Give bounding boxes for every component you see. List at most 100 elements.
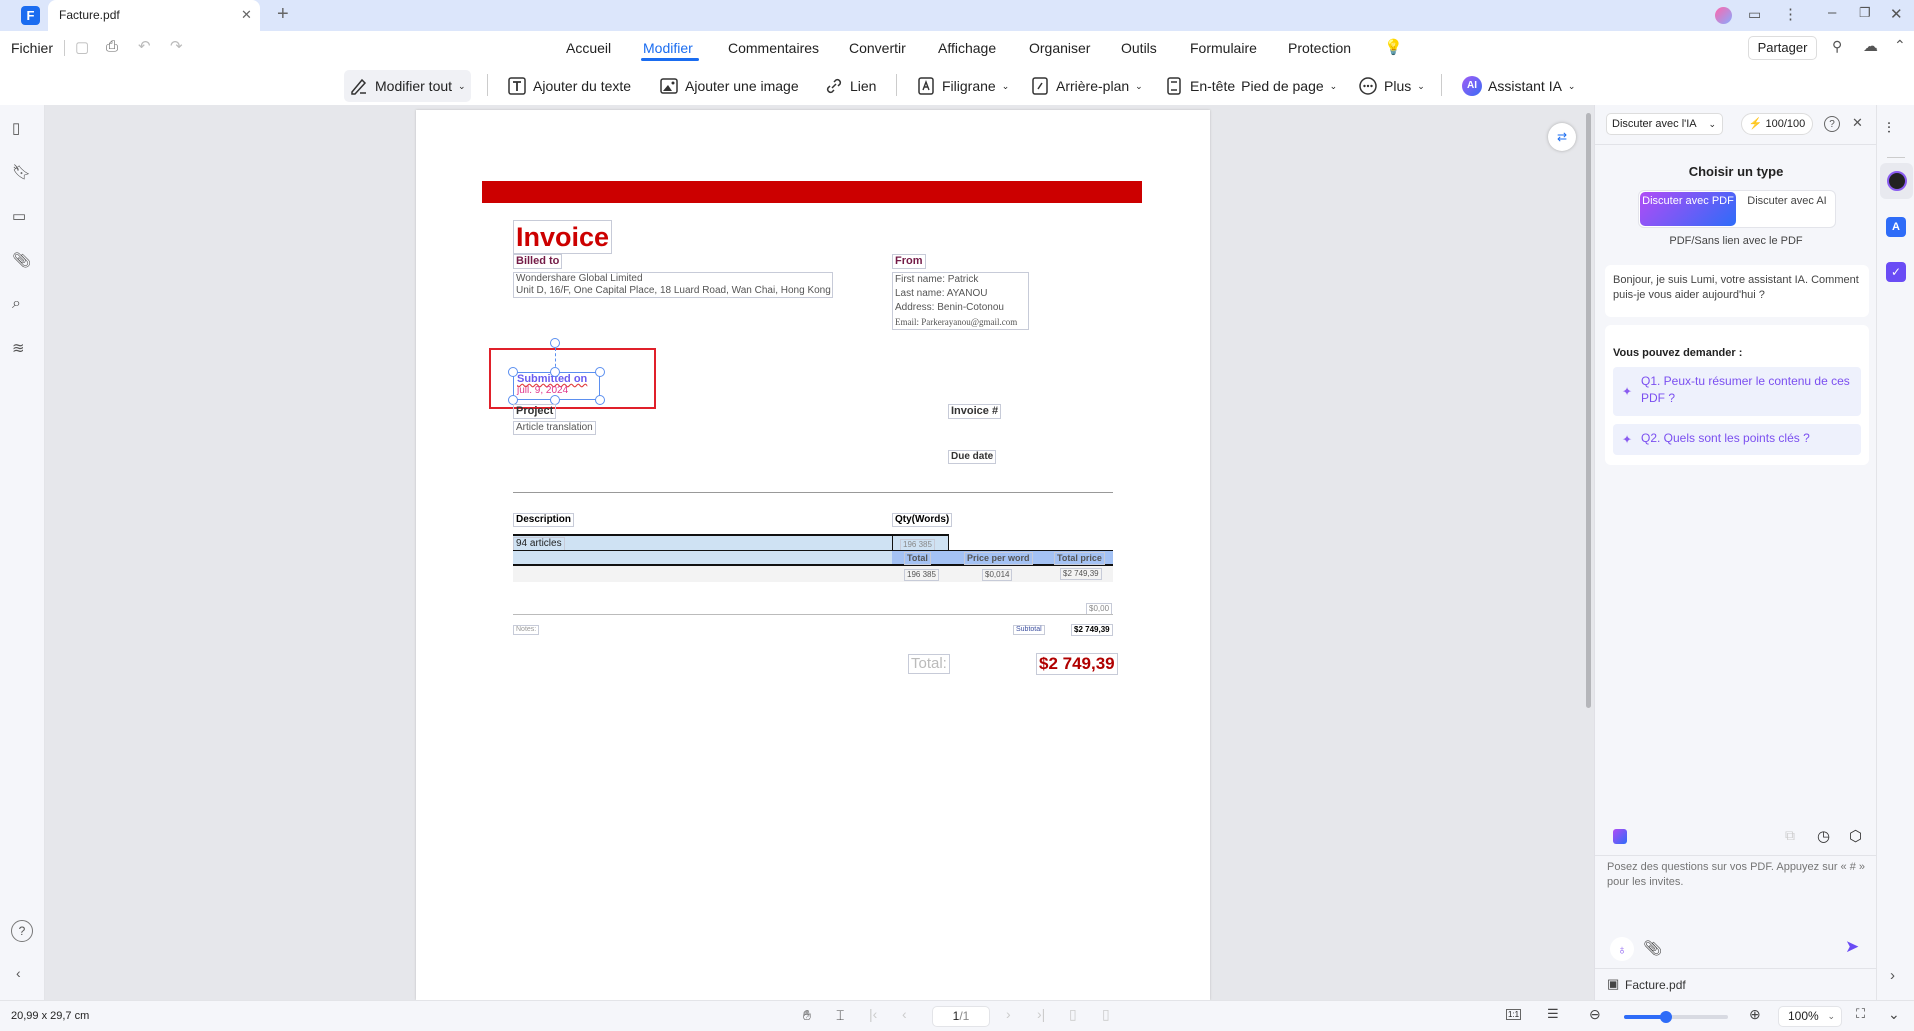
help-icon[interactable]: ? xyxy=(1824,116,1840,132)
new-tab-icon[interactable]: + xyxy=(277,3,289,26)
ai-assistant-button[interactable]: AI Assistant IA ⌄ xyxy=(1462,70,1575,102)
save-icon[interactable]: ▢ xyxy=(75,38,89,56)
description-header[interactable]: Description xyxy=(513,513,575,527)
chat-input[interactable] xyxy=(1607,860,1869,930)
sliders-icon[interactable]: ⫶ xyxy=(1887,120,1891,137)
fullscreen-icon[interactable]: ⛶ xyxy=(1856,1006,1865,1022)
qty-header[interactable]: Qty(Words) xyxy=(892,513,953,527)
document-tab[interactable]: Facture.pdf ✕ xyxy=(48,0,260,31)
collapse-ribbon-icon[interactable]: ⌃ xyxy=(1894,37,1906,54)
feedback-icon[interactable]: ▭ xyxy=(1748,6,1761,23)
lightbulb-icon[interactable]: 💡 xyxy=(1384,38,1403,56)
rotate-left-icon[interactable]: ▯ xyxy=(1069,1006,1077,1023)
resize-handle[interactable] xyxy=(595,395,605,405)
last-page-icon[interactable]: ›| xyxy=(1037,1006,1045,1022)
notebook-icon[interactable] xyxy=(1613,829,1627,844)
resize-handle[interactable] xyxy=(550,367,560,377)
file-menu[interactable]: Fichier xyxy=(11,40,53,56)
scroll-down-icon[interactable]: ⌄ xyxy=(1888,1006,1900,1023)
zoom-dropdown[interactable]: 100% ⌄ xyxy=(1778,1006,1842,1027)
redo-icon[interactable]: ↷ xyxy=(170,37,183,55)
org-chart-icon[interactable]: ⚲ xyxy=(1832,38,1842,55)
subtotal-value[interactable]: $2 749,39 xyxy=(1071,624,1113,636)
attached-file-name[interactable]: Facture.pdf xyxy=(1625,978,1686,992)
upload-cloud-icon[interactable]: ☁ xyxy=(1863,37,1878,55)
chat-ai-option[interactable]: Discuter avec AI xyxy=(1741,192,1833,226)
total-value[interactable]: $2 749,39 xyxy=(1036,653,1118,676)
undo-icon[interactable]: ↶ xyxy=(138,37,151,55)
page-layout-icon[interactable]: ☰ xyxy=(1547,1006,1559,1022)
menu-affichage[interactable]: Affichage xyxy=(938,40,996,56)
zoom-slider-handle[interactable] xyxy=(1659,1011,1672,1023)
menu-accueil[interactable]: Accueil xyxy=(566,40,611,56)
suggestion-q2[interactable]: ✦ Q2. Quels sont les points clés ? xyxy=(1613,424,1861,455)
attach-file-icon[interactable]: 📎︎ xyxy=(1643,939,1662,957)
print-icon[interactable]: ⎙ xyxy=(106,38,118,55)
due-date-label[interactable]: Due date xyxy=(948,450,997,464)
add-text-button[interactable]: Ajouter du texte xyxy=(507,70,631,102)
notes-label[interactable]: Notes: xyxy=(513,625,540,636)
zero-amount[interactable]: $0,00 xyxy=(1086,603,1113,615)
send-icon[interactable]: ➤ xyxy=(1845,937,1859,957)
menu-formulaire[interactable]: Formulaire xyxy=(1190,40,1257,56)
billed-to-box[interactable]: Wondershare Global Limited Unit D, 16/F,… xyxy=(513,272,833,298)
header-footer-button[interactable]: En-tête Pied de page ⌄ xyxy=(1164,70,1337,102)
watermark-button[interactable]: Filigrane ⌄ xyxy=(916,70,1009,102)
previous-page-icon[interactable]: ‹ xyxy=(902,1006,907,1022)
rotate-handle[interactable] xyxy=(550,338,560,348)
collapse-sidebar-icon[interactable]: ‹ xyxy=(16,965,21,981)
expand-panel-icon[interactable]: › xyxy=(1890,967,1895,984)
zoom-in-icon[interactable]: ⊕ xyxy=(1749,1006,1761,1023)
page-number-input[interactable]: 1/1 xyxy=(932,1006,990,1027)
share-button[interactable]: Partager xyxy=(1748,36,1817,60)
close-window-icon[interactable]: ✕ xyxy=(1890,5,1903,23)
hand-tool-icon[interactable]: ✋︎ xyxy=(803,1007,811,1024)
edit-all-button[interactable]: Modifier tout ⌄ xyxy=(344,70,471,102)
vertical-scrollbar[interactable] xyxy=(1586,113,1591,708)
ai-bot-icon[interactable] xyxy=(1880,163,1913,199)
from-box[interactable]: First name: Patrick Last name: AYANOU Ad… xyxy=(892,272,1029,330)
credits-badge[interactable]: ⚡ 100/100 xyxy=(1741,113,1813,135)
total-price-header[interactable]: Total price xyxy=(1054,552,1105,565)
menu-outils[interactable]: Outils xyxy=(1121,40,1157,56)
search-icon[interactable]: ⌕ xyxy=(12,295,21,313)
project-value[interactable]: Article translation xyxy=(513,421,596,435)
invoice-number-label[interactable]: Invoice # xyxy=(948,404,1002,420)
billed-to-label[interactable]: Billed to xyxy=(513,254,563,270)
resize-handle[interactable] xyxy=(595,367,605,377)
more-options-icon[interactable]: ⋮ xyxy=(1783,5,1798,23)
rotate-right-icon[interactable]: ▯ xyxy=(1102,1006,1110,1023)
layers-icon[interactable]: ≋ xyxy=(12,339,25,357)
task-check-icon[interactable]: ✓ xyxy=(1886,262,1906,282)
chat-pdf-option[interactable]: Discuter avec PDF xyxy=(1640,192,1736,226)
translate-page-button[interactable]: ⇄ xyxy=(1548,123,1576,151)
comment-icon[interactable]: ▭ xyxy=(12,207,26,225)
actual-size-button[interactable]: 1:1 xyxy=(1506,1009,1522,1020)
attachment-icon[interactable]: 📎︎ xyxy=(12,251,31,269)
translate-icon[interactable]: A xyxy=(1886,217,1906,237)
menu-organiser[interactable]: Organiser xyxy=(1029,40,1090,56)
background-button[interactable]: Arrière-plan ⌄ xyxy=(1030,70,1143,102)
total-words-value[interactable]: 196 385 xyxy=(904,569,939,581)
menu-convertir[interactable]: Convertir xyxy=(849,40,906,56)
history-icon[interactable]: ◷ xyxy=(1817,827,1830,845)
menu-modifier[interactable]: Modifier xyxy=(643,40,693,56)
more-button[interactable]: Plus ⌄ xyxy=(1358,70,1425,102)
total-label[interactable]: Total: xyxy=(908,654,950,674)
pages-icon[interactable]: ▯ xyxy=(12,119,20,137)
menu-protection[interactable]: Protection xyxy=(1288,40,1351,56)
link-button[interactable]: Lien xyxy=(824,70,876,102)
price-per-word-value[interactable]: $0,014 xyxy=(982,569,1013,581)
suggestion-q1[interactable]: ✦ Q1. Peux-tu résumer le contenu de ces P… xyxy=(1613,367,1861,416)
minimize-icon[interactable]: – xyxy=(1828,4,1836,21)
item-qty[interactable]: 196 385 xyxy=(900,539,935,551)
next-page-icon[interactable]: › xyxy=(1006,1006,1011,1022)
bookmark-icon[interactable]: 🔖︎ xyxy=(12,163,31,181)
zoom-out-icon[interactable]: ⊖ xyxy=(1589,1006,1601,1023)
from-label[interactable]: From xyxy=(892,254,926,270)
item-description[interactable]: 94 articles xyxy=(513,537,565,551)
settings-icon[interactable]: ⬡ xyxy=(1849,827,1862,845)
price-per-word-header[interactable]: Price per word xyxy=(964,552,1033,565)
restore-icon[interactable]: ❐ xyxy=(1859,5,1871,21)
close-panel-icon[interactable]: ✕ xyxy=(1852,115,1863,131)
